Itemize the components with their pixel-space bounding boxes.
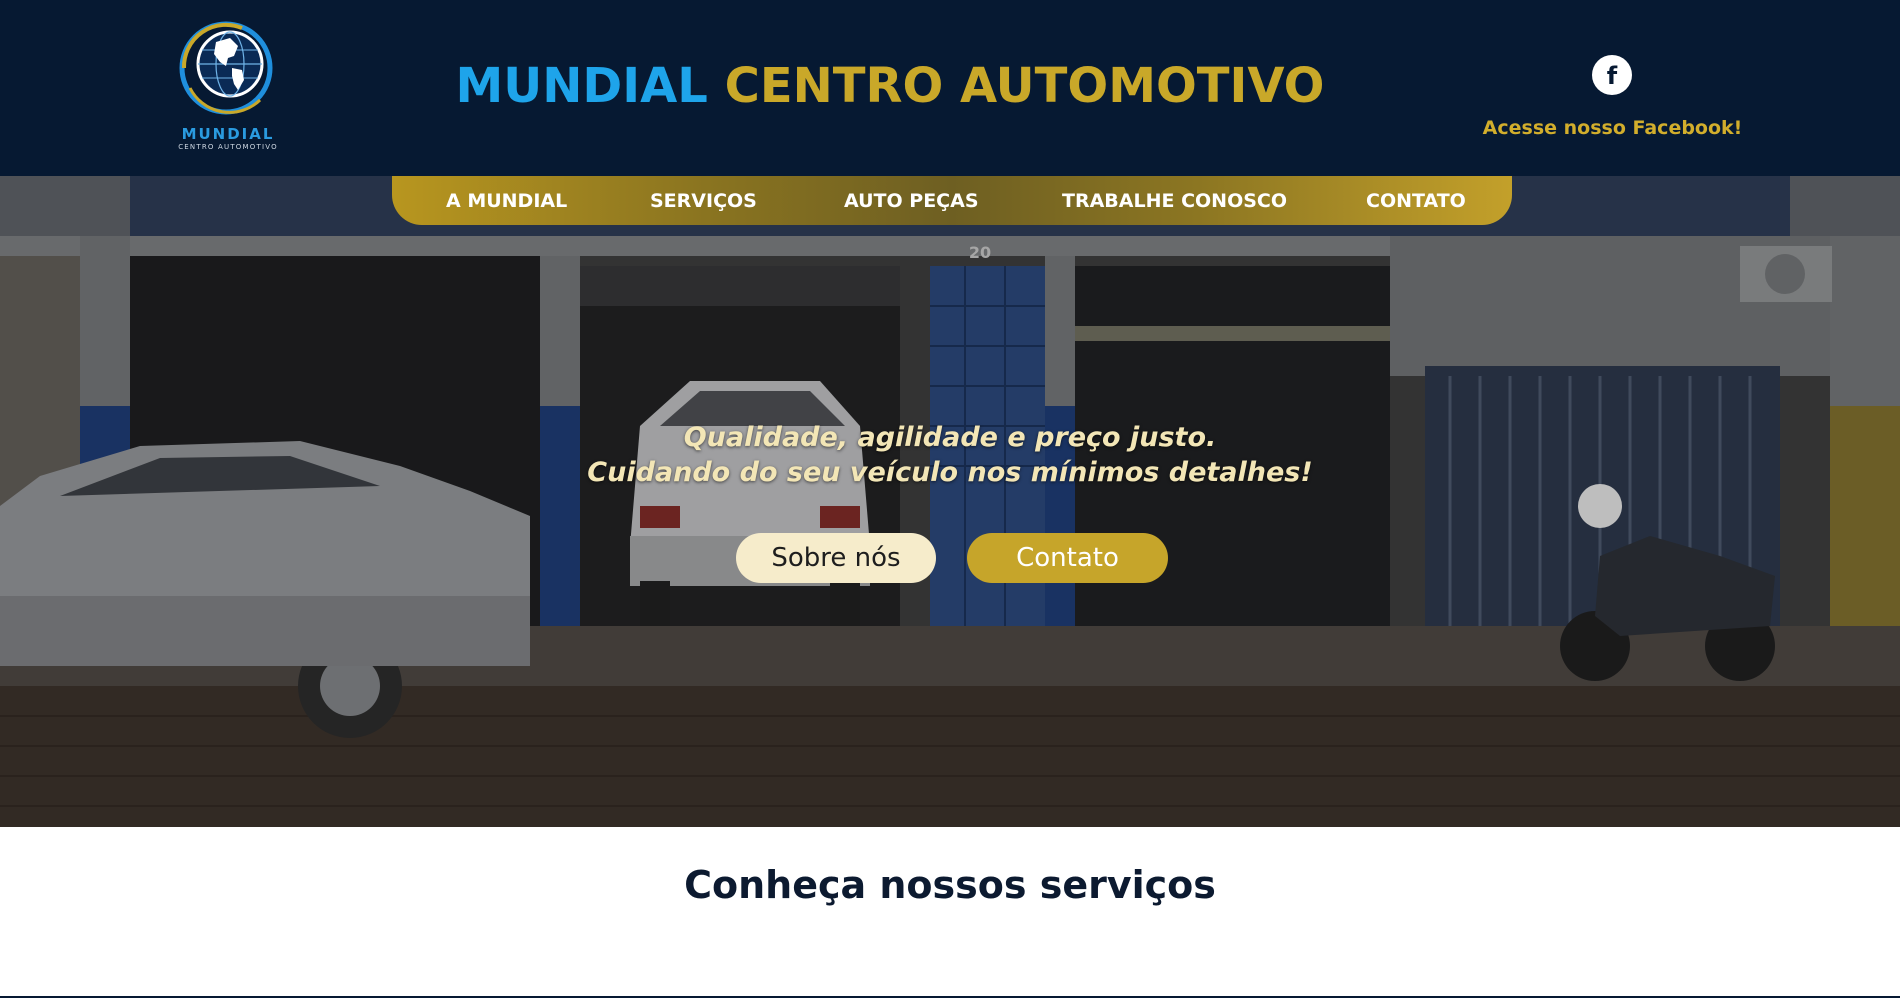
site-title-part1: MUNDIAL: [455, 58, 708, 114]
site-logo[interactable]: MUNDIAL CENTRO AUTOMOTIVO: [172, 14, 284, 154]
nav-item-contato[interactable]: CONTATO: [1366, 189, 1466, 213]
site-header: MUNDIAL CENTRO AUTOMOTIVO MUNDIAL CENTRO…: [0, 0, 1900, 176]
hero-background-image: 20: [0, 176, 1900, 827]
about-button[interactable]: Sobre nós: [736, 533, 936, 583]
hero-banner: 20: [0, 176, 1900, 827]
hero-tagline-line2: Cuidando do seu veículo nos mínimos deta…: [587, 457, 1313, 488]
hero-tagline-line1: Qualidade, agilidade e preço justo.: [683, 422, 1217, 453]
site-title-part2: CENTRO AUTOMOTIVO: [724, 58, 1325, 114]
globe-logo-icon: [179, 21, 273, 115]
contact-button[interactable]: Contato: [967, 533, 1168, 583]
logo-wordmark: MUNDIAL: [181, 125, 275, 143]
hero-tagline: Qualidade, agilidade e preço justo. Cuid…: [450, 420, 1450, 490]
nav-item-auto-pecas[interactable]: AUTO PEÇAS: [844, 189, 979, 213]
services-section-title: Conheça nossos serviços: [684, 863, 1216, 907]
facebook-link[interactable]: Acesse nosso Facebook!: [1460, 116, 1765, 140]
facebook-icon[interactable]: f: [1592, 55, 1632, 95]
logo-subtitle: CENTRO AUTOMOTIVO: [178, 143, 278, 151]
nav-item-trabalhe-conosco[interactable]: TRABALHE CONOSCO: [1062, 189, 1287, 213]
main-nav: A MUNDIAL SERVIÇOS AUTO PEÇAS TRABALHE C…: [392, 176, 1512, 225]
nav-item-servicos[interactable]: SERVIÇOS: [650, 189, 757, 213]
nav-item-a-mundial[interactable]: A MUNDIAL: [446, 189, 567, 213]
site-title: MUNDIAL CENTRO AUTOMOTIVO: [430, 54, 1350, 118]
